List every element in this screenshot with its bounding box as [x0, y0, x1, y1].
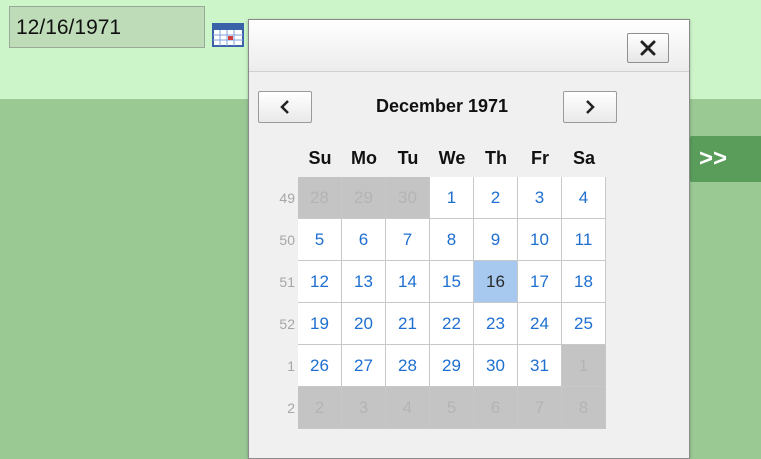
calendar-day[interactable]: 7 — [386, 219, 430, 261]
weekday-header: Sa — [572, 148, 596, 168]
calendar-icon[interactable] — [212, 23, 244, 47]
weekday-header: Fr — [531, 148, 549, 168]
calendar-day[interactable]: 15 — [430, 261, 474, 303]
calendar-day[interactable]: 19 — [298, 303, 342, 345]
calendar-day[interactable]: 20 — [342, 303, 386, 345]
calendar-day-other-month[interactable]: 2 — [298, 387, 342, 429]
week-number: 51 — [279, 274, 295, 290]
week-number: 52 — [279, 316, 295, 332]
calendar-day[interactable]: 4 — [562, 177, 606, 219]
popup-header — [249, 20, 689, 72]
calendar-day-other-month[interactable]: 8 — [562, 387, 606, 429]
close-button[interactable] — [627, 33, 669, 63]
chevron-right-icon — [586, 100, 595, 114]
calendar-day[interactable]: 13 — [342, 261, 386, 303]
calendar-day[interactable]: 8 — [430, 219, 474, 261]
calendar-day[interactable]: 31 — [518, 345, 562, 387]
month-title: December 1971 — [375, 96, 509, 116]
calendar-day[interactable]: 18 — [562, 261, 606, 303]
calendar-day-other-month[interactable]: 3 — [342, 387, 386, 429]
calendar-day[interactable]: 24 — [518, 303, 562, 345]
next-step-button[interactable]: >> — [690, 136, 761, 182]
calendar-day-other-month[interactable]: 7 — [518, 387, 562, 429]
calendar-day[interactable]: 10 — [518, 219, 562, 261]
calendar-day[interactable]: 22 — [430, 303, 474, 345]
calendar-day[interactable]: 21 — [386, 303, 430, 345]
calendar-day-other-month[interactable]: 4 — [386, 387, 430, 429]
calendar-day-other-month[interactable]: 5 — [430, 387, 474, 429]
calendar-day[interactable]: 26 — [298, 345, 342, 387]
calendar-day[interactable]: 17 — [518, 261, 562, 303]
calendar-day[interactable]: 27 — [342, 345, 386, 387]
calendar-grid: 28 29 30 1 2 3 4 5 6 7 8 9 10 11 12 13 14 15 16 17 18 19 20 21 2… — [298, 177, 606, 429]
close-icon — [640, 40, 656, 56]
weekday-header: Mo — [351, 148, 377, 168]
calendar-day[interactable]: 9 — [474, 219, 518, 261]
week-number: 1 — [287, 358, 295, 374]
calendar-day[interactable]: 3 — [518, 177, 562, 219]
calendar-day[interactable]: 23 — [474, 303, 518, 345]
calendar-day[interactable]: 30 — [474, 345, 518, 387]
calendar-day[interactable]: 1 — [430, 177, 474, 219]
calendar-day[interactable]: 25 — [562, 303, 606, 345]
calendar-day[interactable]: 29 — [430, 345, 474, 387]
calendar-day[interactable]: 2 — [474, 177, 518, 219]
calendar-day[interactable]: 28 — [386, 345, 430, 387]
week-number: 2 — [287, 400, 295, 416]
calendar-day[interactable]: 5 — [298, 219, 342, 261]
calendar-day-other-month[interactable]: 6 — [474, 387, 518, 429]
next-month-button[interactable] — [563, 91, 617, 123]
calendar-day-other-month[interactable]: 1 — [562, 345, 606, 387]
week-number: 49 — [279, 190, 295, 206]
calendar-day[interactable]: 6 — [342, 219, 386, 261]
calendar-day-other-month[interactable]: 29 — [342, 177, 386, 219]
weekday-header: Tu — [397, 148, 419, 168]
calendar-day[interactable]: 12 — [298, 261, 342, 303]
calendar-day[interactable]: 11 — [562, 219, 606, 261]
calendar-day-selected[interactable]: 16 — [474, 261, 518, 303]
weekday-header: Th — [485, 148, 507, 168]
chevron-left-icon — [280, 100, 289, 114]
date-input[interactable]: 12/16/1971 — [9, 6, 205, 48]
prev-month-button[interactable] — [258, 91, 312, 123]
calendar-day-other-month[interactable]: 28 — [298, 177, 342, 219]
week-number: 50 — [279, 232, 295, 248]
weekday-header: Su — [308, 148, 332, 168]
calendar-day[interactable]: 14 — [386, 261, 430, 303]
weekday-header: We — [438, 148, 466, 168]
date-picker-popup: December 1971 Su Mo Tu We Th Fr Sa 49 50… — [248, 19, 690, 459]
calendar-day-other-month[interactable]: 30 — [386, 177, 430, 219]
